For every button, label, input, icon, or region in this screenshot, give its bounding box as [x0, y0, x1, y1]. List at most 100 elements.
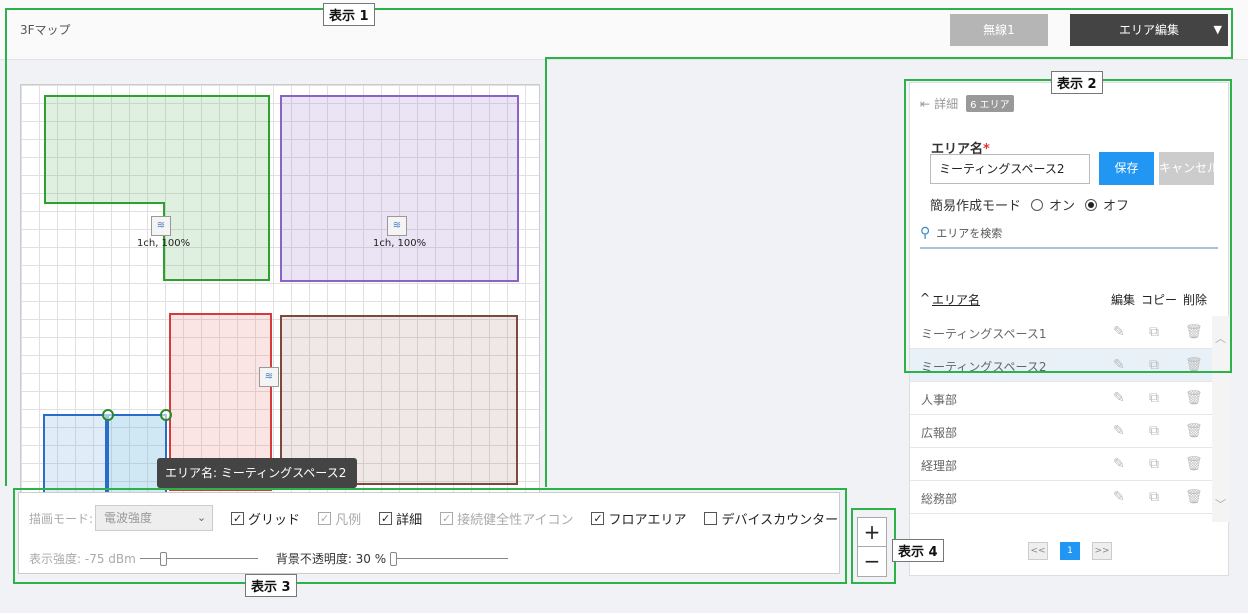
copy-icon[interactable]: ⧉ — [1149, 324, 1159, 340]
chevron-down-icon[interactable]: ▼ — [1214, 14, 1222, 46]
column-delete: 削除 — [1183, 293, 1208, 307]
checkbox-label: 接続健全性アイコン — [457, 512, 574, 528]
pencil-icon[interactable]: ✎ — [1113, 423, 1125, 439]
pencil-icon[interactable]: ✎ — [1113, 390, 1125, 406]
draw-mode-label: 描画モード: — [29, 511, 94, 526]
list-item[interactable]: 経理部 ✎ ⧉ 🗑 — [910, 448, 1212, 481]
checkbox-box[interactable]: ✓ — [440, 511, 454, 525]
search-icon: ⚲ — [920, 225, 931, 241]
pencil-icon[interactable]: ✎ — [1113, 324, 1125, 340]
mode-label: 簡易作成モード — [930, 199, 1022, 214]
draw-mode-value: 電波強度 — [104, 511, 153, 525]
checkbox-device-counter[interactable]: デバイスカウンター — [704, 509, 838, 528]
detail-panel: ⇤ 詳細 6 エリア エリア名* ミーティングスペース2 保存 キャンセル 簡易… — [909, 82, 1229, 576]
area-meeting-space-1 — [44, 95, 270, 281]
floor-map[interactable]: ≋ 1ch, 100% ≋ 1ch, 100% ≋ — [20, 84, 540, 494]
area-edit-button[interactable]: エリア編集 ▼ — [1070, 14, 1228, 46]
checkbox-label: グリッド — [248, 512, 301, 528]
checkbox-box[interactable]: ✓ — [591, 511, 605, 525]
copy-icon[interactable]: ⧉ — [1149, 357, 1159, 373]
strength-slider[interactable] — [139, 551, 258, 566]
zoom-control: + − — [857, 517, 887, 577]
checkbox-label: デバイスカウンター — [721, 512, 839, 528]
sort-icon[interactable]: ^ — [920, 291, 930, 305]
mode-off-radio[interactable] — [1085, 198, 1098, 211]
opacity-slider[interactable] — [390, 551, 509, 566]
area-list-name: 総務部 — [921, 492, 958, 506]
area-list-name: 経理部 — [921, 459, 958, 473]
collapse-panel-icon[interactable]: ⇤ — [920, 97, 930, 111]
ap-label: 1ch, 100% — [137, 238, 191, 249]
area-vertex-handle[interactable] — [102, 409, 114, 421]
zoom-out-button[interactable]: − — [858, 547, 886, 576]
list-item[interactable]: 広報部 ✎ ⧉ 🗑 — [910, 415, 1212, 448]
trash-icon[interactable]: 🗑 — [1185, 357, 1203, 373]
next-page-button[interactable]: >> — [1092, 542, 1112, 560]
slider-thumb[interactable] — [159, 551, 167, 566]
trash-icon[interactable]: 🗑 — [1185, 390, 1203, 406]
page-title: 3Fマップ — [20, 23, 71, 37]
copy-icon[interactable]: ⧉ — [1149, 456, 1159, 472]
checkbox-detail[interactable]: ✓ 詳細 — [379, 509, 422, 528]
page-button-current[interactable]: 1 — [1060, 542, 1080, 560]
wireless-button[interactable]: 無線1 — [950, 14, 1048, 46]
display-controls: 描画モード: 電波強度 ⌄ ✓ グリッド ✓ 凡例 ✓ 詳細 ✓ 接続健全性アイコン ✓… — [18, 492, 840, 574]
list-item[interactable]: ミーティングスペース2 ✎ ⧉ 🗑 — [910, 349, 1212, 382]
prev-page-button[interactable]: << — [1028, 542, 1048, 560]
detail-label: 詳細 — [934, 97, 959, 111]
area-vertex-handle[interactable] — [160, 409, 172, 421]
wifi-icon[interactable]: ≋ — [259, 367, 279, 387]
mode-on-radio[interactable] — [1031, 198, 1044, 211]
copy-icon[interactable]: ⧉ — [1149, 390, 1159, 406]
checkbox-box[interactable] — [704, 511, 718, 525]
list-item[interactable]: ミーティングスペース1 ✎ ⧉ 🗑 — [910, 316, 1212, 349]
checkbox-grid[interactable]: ✓ グリッド — [231, 509, 300, 528]
mode-on-label: オン — [1049, 199, 1076, 214]
column-copy: コピー — [1141, 293, 1178, 307]
area-search[interactable]: ⚲ エリアを検索 — [920, 219, 1218, 249]
search-placeholder: エリアを検索 — [936, 227, 1003, 240]
area-count-badge: 6 エリア — [966, 95, 1014, 112]
area-tooltip: エリア名: ミーティングスペース2 — [157, 458, 357, 488]
pencil-icon[interactable]: ✎ — [1113, 456, 1125, 472]
pagination: << 1 >> — [1028, 542, 1124, 560]
pencil-icon[interactable]: ✎ — [1113, 489, 1125, 505]
chevron-up-icon[interactable]: ︿ — [1212, 330, 1229, 346]
chevron-down-icon[interactable]: ﹀ — [1212, 496, 1229, 512]
wifi-icon[interactable]: ≋ — [151, 216, 171, 236]
list-item[interactable]: 総務部 ✎ ⧉ 🗑 — [910, 481, 1212, 514]
draw-mode-select[interactable]: 電波強度 ⌄ — [95, 505, 214, 531]
checkbox-floor-area[interactable]: ✓ フロアエリア — [591, 509, 686, 528]
trash-icon[interactable]: 🗑 — [1185, 489, 1203, 505]
area-edit-label: エリア編集 — [1118, 23, 1179, 37]
list-scrollbar[interactable]: ︿ ﹀ — [1212, 316, 1229, 522]
wifi-icon[interactable]: ≋ — [387, 216, 407, 236]
area-list-name: ミーティングスペース1 — [921, 327, 1047, 341]
checkbox-box[interactable]: ✓ — [379, 511, 393, 525]
copy-icon[interactable]: ⧉ — [1149, 489, 1159, 505]
column-area-name[interactable]: エリア名 — [932, 291, 980, 308]
checkbox-box[interactable]: ✓ — [318, 511, 332, 525]
annotation-label-2: 表示 2 — [1051, 71, 1103, 94]
checkbox-box[interactable]: ✓ — [231, 511, 245, 525]
list-item[interactable]: 人事部 ✎ ⧉ 🗑 — [910, 382, 1212, 415]
area-blue-1 — [43, 414, 107, 493]
slider-thumb[interactable] — [390, 551, 398, 566]
save-button[interactable]: 保存 — [1099, 152, 1154, 185]
zoom-in-button[interactable]: + — [858, 518, 886, 547]
cancel-button[interactable]: キャンセル — [1159, 152, 1214, 185]
trash-icon[interactable]: 🗑 — [1185, 456, 1203, 472]
area-list: ミーティングスペース1 ✎ ⧉ 🗑 ミーティングスペース2 ✎ ⧉ 🗑 人事部 ✎ ⧉ 🗑 広報部… — [910, 316, 1212, 514]
ap-label: 1ch, 100% — [373, 238, 427, 249]
annotation-label-1: 表示 1 — [323, 3, 375, 26]
checkbox-health-icon[interactable]: ✓ 接続健全性アイコン — [440, 509, 573, 528]
annotation-label-4: 表示 4 — [892, 539, 944, 562]
trash-icon[interactable]: 🗑 — [1185, 324, 1203, 340]
chevron-down-icon: ⌄ — [196, 511, 207, 524]
area-list-name: 広報部 — [921, 426, 958, 440]
pencil-icon[interactable]: ✎ — [1113, 357, 1125, 373]
area-name-input[interactable]: ミーティングスペース2 — [930, 154, 1090, 184]
checkbox-legend[interactable]: ✓ 凡例 — [318, 509, 361, 528]
trash-icon[interactable]: 🗑 — [1185, 423, 1203, 439]
copy-icon[interactable]: ⧉ — [1149, 423, 1159, 439]
